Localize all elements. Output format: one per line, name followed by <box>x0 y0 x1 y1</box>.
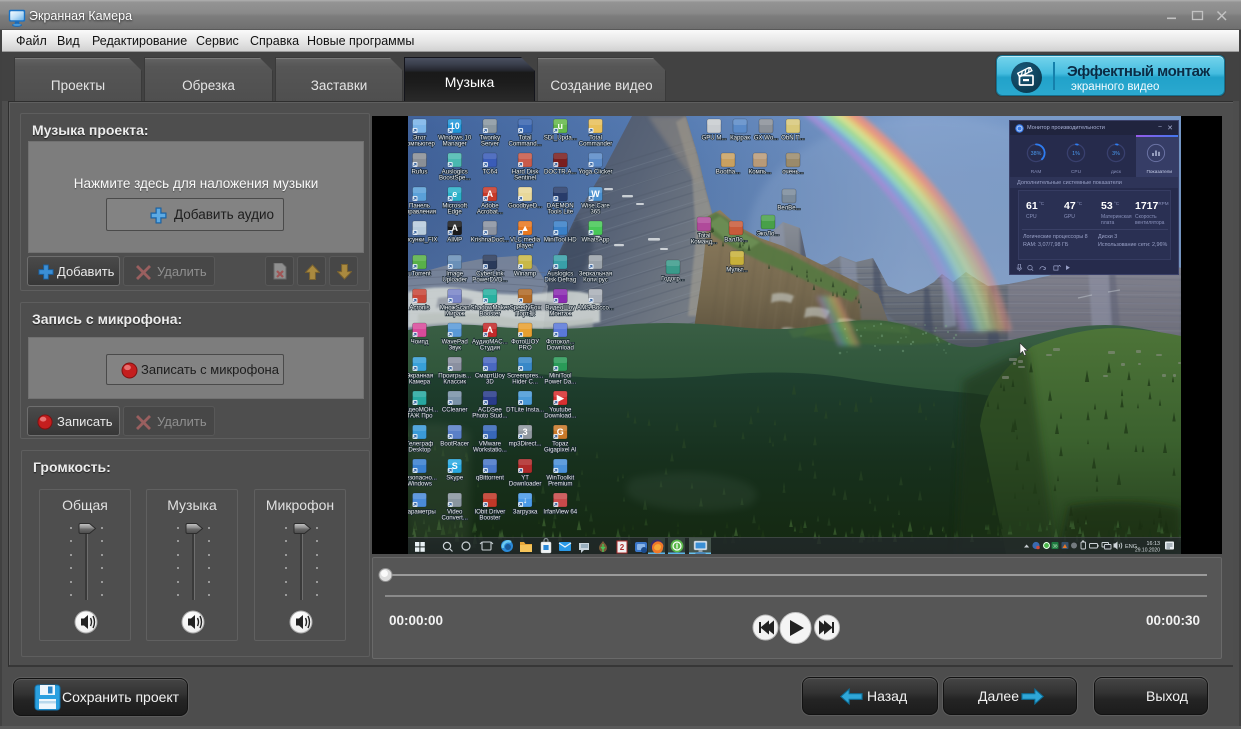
svg-text:Классик: Классик <box>443 379 466 386</box>
svg-text:GX Wo...: GX Wo... <box>754 135 779 142</box>
svg-text:u: u <box>558 121 564 131</box>
svg-text:Годогр...: Годогр... <box>661 276 685 283</box>
svg-text:Tools Lite: Tools Lite <box>547 209 573 216</box>
svg-text:компьютер: компьютер <box>408 141 435 148</box>
svg-text:GoodbyeD...: GoodbyeD... <box>508 203 543 210</box>
svg-text:29.10.2020: 29.10.2020 <box>1135 548 1160 554</box>
svg-text:Gigapixel AI: Gigapixel AI <box>544 447 577 454</box>
svg-text:управления: управления <box>408 209 436 216</box>
svg-text:Чоипд: Чоипд <box>411 339 429 346</box>
svg-text:Загрузка: Загрузка <box>513 509 538 516</box>
svg-text:Server: Server <box>481 141 499 148</box>
svg-text:CCleaner: CCleaner <box>442 407 468 414</box>
svg-text:SDI_Upda...: SDI_Upda... <box>544 135 578 142</box>
svg-text:Каррак: Каррак <box>730 135 750 142</box>
svg-text:TC64: TC64 <box>482 169 498 176</box>
svg-text:Skype: Skype <box>446 475 464 482</box>
svg-text:Booster: Booster <box>479 515 500 522</box>
svg-text:1%: 1% <box>1072 151 1080 157</box>
svg-text:Звук: Звук <box>448 345 461 352</box>
svg-text:WhatsApp: WhatsApp <box>581 237 610 244</box>
svg-text:Рисунки_FIX: Рисунки_FIX <box>408 237 437 244</box>
svg-text:Downloader: Downloader <box>509 481 542 488</box>
svg-text:Камера: Камера <box>409 379 431 386</box>
svg-text:38: 38 <box>1052 544 1058 549</box>
svg-text:Bootha...: Bootha... <box>716 169 741 176</box>
svg-text:очень...: очень... <box>782 169 804 176</box>
svg-text:BootRacer: BootRacer <box>440 441 469 448</box>
svg-text:player: player <box>517 243 534 250</box>
svg-text:Download...: Download... <box>544 413 576 420</box>
svg-text:qBittorrent: qBittorrent <box>476 475 504 482</box>
svg-text:Booster: Booster <box>479 311 500 318</box>
svg-text:Command...: Command... <box>508 141 541 148</box>
svg-text:Порт振: Порт振 <box>515 310 535 318</box>
svg-text:PowerDVD...: PowerDVD... <box>472 277 508 284</box>
svg-text:Sentinel: Sentinel <box>514 175 536 182</box>
svg-text:MiniTool HD: MiniTool HD <box>544 237 577 244</box>
svg-text:Edge: Edge <box>448 209 463 216</box>
svg-text:DTLite Insta...: DTLite Insta... <box>506 407 544 414</box>
svg-text:Commander: Commander <box>579 141 613 148</box>
svg-text:Параметры: Параметры <box>408 509 436 516</box>
svg-text:3: 3 <box>523 427 528 437</box>
svg-text:mp3Direct...: mp3Direct... <box>509 441 542 448</box>
svg-text:Копи.рус: Копи.рус <box>583 277 608 284</box>
svg-text:BoostSpe...: BoostSpe... <box>439 175 471 182</box>
svg-text:Компь...: Компь... <box>749 169 772 176</box>
svg-text:Disk Defrag: Disk Defrag <box>544 277 576 284</box>
svg-text:ВелВе...: ВелВе... <box>777 205 801 212</box>
svg-text:e: e <box>452 189 457 199</box>
svg-text:Acrobat...: Acrobat... <box>477 209 503 216</box>
svg-text:365: 365 <box>590 209 601 216</box>
svg-text:KrishnaDoct...: KrishnaDoct... <box>471 237 510 244</box>
svg-text:Yoga.Clicker: Yoga.Clicker <box>579 169 613 176</box>
svg-text:Монтаж: Монтаж <box>549 311 572 318</box>
svg-text:AIMP: AIMP <box>447 237 462 244</box>
svg-text:3D: 3D <box>486 379 494 386</box>
svg-text:PRO: PRO <box>518 345 531 352</box>
svg-text:Winamp: Winamp <box>514 271 537 278</box>
svg-text:ВалЛо...: ВалЛо... <box>724 237 748 244</box>
svg-text:Premium: Premium <box>548 481 572 488</box>
svg-text:16:13: 16:13 <box>1147 541 1161 547</box>
svg-text:Мираж: Мираж <box>445 311 465 318</box>
svg-text:Acronis: Acronis <box>409 305 429 312</box>
svg-text:Uploader: Uploader <box>442 277 467 284</box>
svg-text:Download: Download <box>547 345 574 352</box>
svg-text:Desktop: Desktop <box>408 447 431 454</box>
svg-text:DOCTR.A...: DOCTR.A... <box>544 169 577 176</box>
svg-text:Convert...: Convert... <box>441 515 468 522</box>
svg-text:38%: 38% <box>1031 151 1042 157</box>
svg-text:Manager: Manager <box>443 141 467 148</box>
svg-text:Photo Stud...: Photo Stud... <box>472 413 508 420</box>
svg-text:Команд...: Команд... <box>691 239 718 246</box>
svg-text:↓: ↓ <box>523 495 528 505</box>
svg-text:AMS.Воссо...: AMS.Воссо... <box>577 305 614 312</box>
svg-text:ТАЖ Про: ТАЖ Про <box>408 413 433 420</box>
svg-text:Hider C...: Hider C... <box>512 379 538 386</box>
svg-text:Windows: Windows <box>408 481 432 488</box>
svg-text:GPU M...: GPU M... <box>701 135 726 142</box>
svg-text:2: 2 <box>620 543 625 552</box>
svg-text:Rufus: Rufus <box>412 169 428 176</box>
svg-text:Power Da...: Power Da... <box>544 379 576 386</box>
svg-text:Студия: Студия <box>480 345 500 352</box>
svg-text:uTorrent: uTorrent <box>408 271 431 278</box>
svg-text:IrfanView 64: IrfanView 64 <box>543 509 577 516</box>
svg-text:3%: 3% <box>1112 151 1120 157</box>
svg-text:Workstatio...: Workstatio... <box>473 447 507 454</box>
svg-text:ObN П...: ObN П... <box>781 135 805 142</box>
svg-text:Мульт...: Мульт... <box>726 267 748 274</box>
svg-text:ЭкоЛо...: ЭкоЛо... <box>757 231 780 238</box>
